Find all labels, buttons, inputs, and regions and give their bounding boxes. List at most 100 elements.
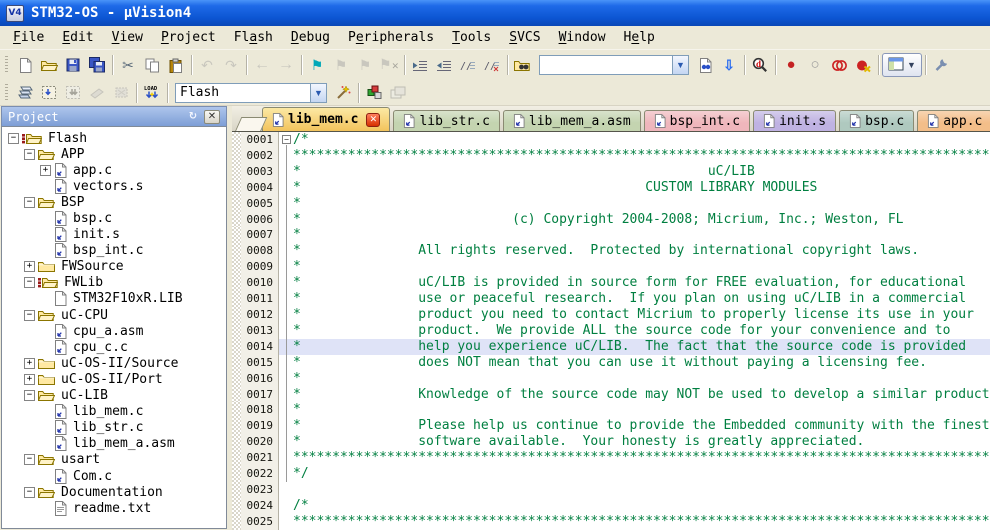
menu-item-debug[interactable]: Debug xyxy=(282,27,339,48)
tree-item-lib-mem-c[interactable]: lib_mem.c xyxy=(4,404,226,420)
stop-build-button[interactable] xyxy=(109,82,133,104)
combo-dropdown-icon[interactable]: ▼ xyxy=(310,84,326,102)
menu-item-svcs[interactable]: SVCS xyxy=(500,27,549,48)
tree-item-init-s[interactable]: init.s xyxy=(4,227,226,243)
copy-button[interactable] xyxy=(140,54,164,76)
tree-item-app-c[interactable]: +app.c xyxy=(4,162,226,178)
tab-lib-str-c[interactable]: lib_str.c xyxy=(393,110,499,131)
next-bookmark-button[interactable]: ⚑ xyxy=(353,54,377,76)
menu-item-tools[interactable]: Tools xyxy=(443,27,500,48)
batch-build-button[interactable] xyxy=(85,82,109,104)
tab-bsp-c[interactable]: bsp.c xyxy=(839,110,914,131)
menu-item-project[interactable]: Project xyxy=(152,27,225,48)
tree-item-uc-cpu[interactable]: −uC-CPU xyxy=(4,307,226,323)
incremental-find-button[interactable]: ⇩ xyxy=(717,54,741,76)
menu-item-peripherals[interactable]: Peripherals xyxy=(339,27,443,48)
comment-selection-button[interactable]: // xyxy=(456,54,480,76)
collapse-icon[interactable]: − xyxy=(24,149,35,160)
open-file-button[interactable] xyxy=(37,54,61,76)
uncomment-selection-button[interactable]: // xyxy=(480,54,504,76)
tab-app-c[interactable]: app.c xyxy=(917,110,990,131)
target-options-button[interactable] xyxy=(331,82,355,104)
tree-item-usart[interactable]: −usart xyxy=(4,452,226,468)
tree-item-documentation[interactable]: −Documentation xyxy=(4,484,226,500)
code-editor[interactable]: − 0001/*0002****************************… xyxy=(232,132,990,530)
tree-item-uc-lib[interactable]: −uC-LIB xyxy=(4,388,226,404)
menu-item-view[interactable]: View xyxy=(103,27,152,48)
tree-item-com-c[interactable]: Com.c xyxy=(4,468,226,484)
tree-item-app[interactable]: −APP xyxy=(4,146,226,162)
manage-run-time-environment-button[interactable] xyxy=(362,82,386,104)
tree-item-uc-os-ii-port[interactable]: +uC-OS-II/Port xyxy=(4,371,226,387)
tree-item-vectors-s[interactable]: vectors.s xyxy=(4,178,226,194)
tree-item-fwlib[interactable]: −FWLib xyxy=(4,275,226,291)
insert-remove-breakpoint-button[interactable]: ● xyxy=(779,54,803,76)
tree-item-bsp[interactable]: −BSP xyxy=(4,194,226,210)
window-layout-button[interactable]: ▼ xyxy=(882,53,922,77)
navigate-forward-button[interactable]: → xyxy=(274,54,298,76)
tree-item-fwsource[interactable]: +FWSource xyxy=(4,259,226,275)
undo-button[interactable]: ↶ xyxy=(195,54,219,76)
collapse-icon[interactable]: − xyxy=(24,487,35,498)
save-file-button[interactable] xyxy=(61,54,85,76)
tree-item-stm32f10xr-lib[interactable]: STM32F10xR.LIB xyxy=(4,291,226,307)
combo-dropdown-icon[interactable]: ▼ xyxy=(672,56,688,74)
fold-collapse-icon[interactable]: − xyxy=(282,135,291,144)
menu-item-window[interactable]: Window xyxy=(550,27,615,48)
disable-all-breakpoints-button[interactable] xyxy=(827,54,851,76)
collapse-icon[interactable]: − xyxy=(24,454,35,465)
configure-button[interactable] xyxy=(929,54,953,76)
cut-button[interactable]: ✂ xyxy=(116,54,140,76)
collapse-icon[interactable]: − xyxy=(8,133,19,144)
tab-lib-mem-a-asm[interactable]: lib_mem_a.asm xyxy=(503,110,641,131)
find-in-files-results-button[interactable] xyxy=(693,54,717,76)
toolbar-grip[interactable] xyxy=(5,84,8,102)
find-in-files-button[interactable] xyxy=(511,54,535,76)
expand-icon[interactable]: + xyxy=(24,358,35,369)
find-text-button[interactable]: d xyxy=(748,54,772,76)
tab-bsp-int-c[interactable]: bsp_int.c xyxy=(644,110,750,131)
paste-button[interactable] xyxy=(164,54,188,76)
menu-item-flash[interactable]: Flash xyxy=(225,27,282,48)
kill-all-breakpoints-button[interactable] xyxy=(851,54,875,76)
collapse-icon[interactable]: − xyxy=(24,310,35,321)
tree-item-bsp-c[interactable]: bsp.c xyxy=(4,210,226,226)
tree-item-cpu-a-asm[interactable]: cpu_a.asm xyxy=(4,323,226,339)
indent-right-button[interactable] xyxy=(408,54,432,76)
tab-close-button[interactable]: ✕ xyxy=(366,113,380,127)
panel-orbit-icon[interactable]: ↻ xyxy=(185,110,201,124)
previous-bookmark-button[interactable]: ⚑ xyxy=(329,54,353,76)
redo-button[interactable]: ↷ xyxy=(219,54,243,76)
toggle-bookmark-button[interactable]: ⚑ xyxy=(305,54,329,76)
dropdown-caret-icon[interactable]: ▼ xyxy=(907,60,916,70)
tree-item-lib-str-c[interactable]: lib_str.c xyxy=(4,420,226,436)
tree-item-lib-mem-a-asm[interactable]: lib_mem_a.asm xyxy=(4,436,226,452)
search-input[interactable] xyxy=(540,56,672,74)
rebuild-all-button[interactable] xyxy=(61,82,85,104)
tree-item-uc-os-ii-source[interactable]: +uC-OS-II/Source xyxy=(4,355,226,371)
toolbar-grip[interactable] xyxy=(5,56,8,74)
navigate-back-button[interactable]: ← xyxy=(250,54,274,76)
clear-all-bookmarks-button[interactable]: ⚑✕ xyxy=(377,54,401,76)
translate-file-button[interactable] xyxy=(13,82,37,104)
enable-disable-breakpoint-button[interactable]: ○ xyxy=(803,54,827,76)
menu-item-edit[interactable]: Edit xyxy=(53,27,102,48)
search-combobox[interactable]: ▼ xyxy=(539,55,689,75)
save-all-button[interactable] xyxy=(85,54,109,76)
tree-item-cpu-c-c[interactable]: cpu_c.c xyxy=(4,339,226,355)
indent-left-button[interactable] xyxy=(432,54,456,76)
collapse-icon[interactable]: − xyxy=(24,277,35,288)
build-target-button[interactable] xyxy=(37,82,61,104)
panel-close-button[interactable]: ✕ xyxy=(204,110,220,124)
tab-lib-mem-c[interactable]: lib_mem.c✕ xyxy=(262,107,390,131)
expand-icon[interactable]: + xyxy=(40,165,51,176)
tab-init-s[interactable]: init.s xyxy=(753,110,836,131)
menu-item-help[interactable]: Help xyxy=(615,27,664,48)
tree-item-bsp-int-c[interactable]: bsp_int.c xyxy=(4,243,226,259)
collapse-icon[interactable]: − xyxy=(24,197,35,208)
expand-icon[interactable]: + xyxy=(24,374,35,385)
tree-item-flash[interactable]: −Flash xyxy=(4,130,226,146)
manage-project-items-button[interactable] xyxy=(386,82,410,104)
target-select-combobox[interactable]: Flash▼ xyxy=(175,83,327,103)
menu-item-file[interactable]: File xyxy=(4,27,53,48)
